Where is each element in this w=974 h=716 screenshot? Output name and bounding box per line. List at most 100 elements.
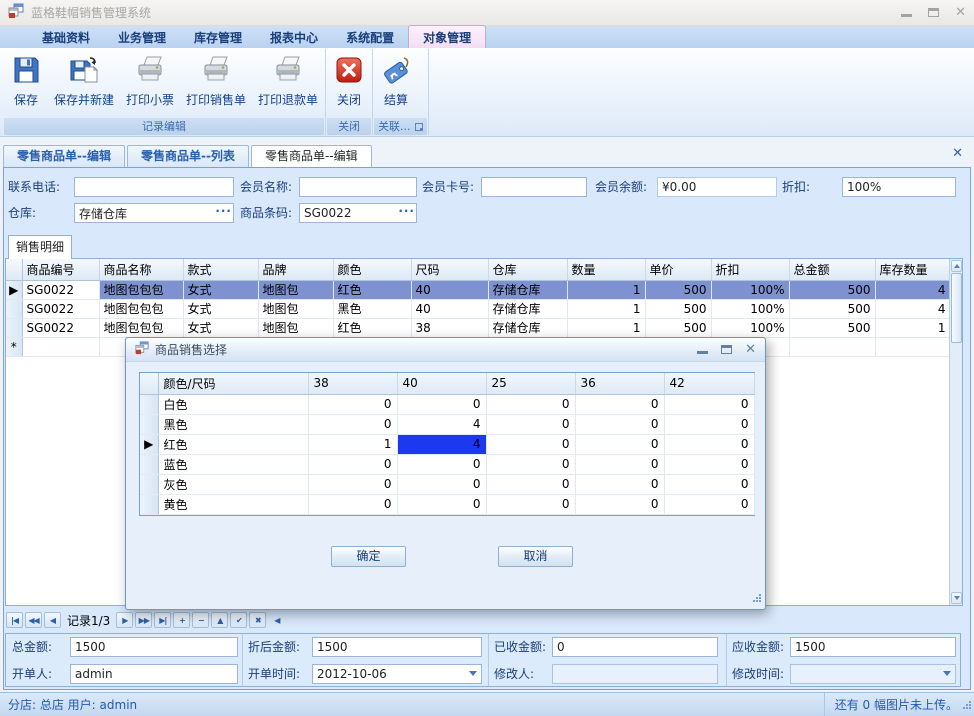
- col-unit-price[interactable]: 单价: [645, 259, 711, 280]
- settle-button[interactable]: 结算: [374, 49, 418, 118]
- col-quantity[interactable]: 数量: [567, 259, 645, 280]
- barcode-label: 商品条码:: [240, 203, 292, 223]
- close-document-tab-icon[interactable]: ✕: [952, 147, 963, 160]
- nav-append-button[interactable]: +: [173, 612, 190, 628]
- nav-next-page-button[interactable]: ▶▶: [135, 612, 152, 628]
- grid-row: SG0022 地图包包包 女式 地图包 黑色 40 存储仓库 1 500 100…: [6, 299, 950, 318]
- discounted-amount-field[interactable]: [312, 637, 482, 657]
- col-color[interactable]: 颜色: [333, 259, 411, 280]
- scrollbar-thumb[interactable]: [951, 273, 962, 343]
- dialog-resize-grip-icon[interactable]: [752, 592, 762, 606]
- selected-cell[interactable]: 4: [397, 434, 486, 454]
- close-icon[interactable]: ✕: [955, 6, 966, 19]
- creator-label: 开单人:: [12, 664, 52, 684]
- nav-edit-button[interactable]: ▲: [211, 612, 228, 628]
- save-and-new-button-label: 保存并新建: [54, 91, 114, 108]
- floppy-disk-new-icon: [68, 54, 100, 86]
- modify-time-dropdown-icon[interactable]: [943, 671, 951, 676]
- col-stock[interactable]: 库存数量: [875, 259, 950, 280]
- warehouse-input[interactable]: [74, 203, 234, 223]
- col-brand[interactable]: 品牌: [258, 259, 333, 280]
- col-size-38[interactable]: 38: [308, 373, 397, 394]
- ribbon-tab-system-config[interactable]: 系统配置: [332, 26, 408, 48]
- col-product-name[interactable]: 商品名称: [99, 259, 183, 280]
- print-sales-order-button[interactable]: 打印销售单: [180, 49, 252, 118]
- col-style[interactable]: 款式: [183, 259, 258, 280]
- create-time-field[interactable]: [312, 664, 482, 684]
- ribbon-tab-inventory[interactable]: 库存管理: [180, 26, 256, 48]
- ribbon-tab-business[interactable]: 业务管理: [104, 26, 180, 48]
- col-size-25[interactable]: 25: [486, 373, 575, 394]
- tab-sales-detail[interactable]: 销售明细: [8, 235, 72, 259]
- dialog-launcher-icon[interactable]: [415, 123, 423, 131]
- col-size-40[interactable]: 40: [397, 373, 486, 394]
- col-color-size[interactable]: 颜色/尺码: [158, 373, 308, 394]
- dialog-close-icon[interactable]: ✕: [745, 343, 756, 356]
- scroll-up-icon[interactable]: [951, 260, 962, 272]
- doc-tab-retail-list[interactable]: 零售商品单--列表: [127, 145, 249, 167]
- doc-tab-retail-edit-2[interactable]: 零售商品单--编辑: [251, 145, 372, 167]
- dialog-maximize-icon[interactable]: [721, 345, 732, 354]
- ribbon-tab-object-manage[interactable]: 对象管理: [408, 25, 486, 48]
- member-card-input[interactable]: [481, 177, 587, 197]
- close-document-button[interactable]: 关闭: [327, 49, 371, 118]
- group-caption-record-edit: 记录编辑: [4, 118, 324, 135]
- resize-grip-icon[interactable]: [962, 699, 972, 713]
- receivable-amount-field[interactable]: [790, 637, 956, 657]
- col-product-code[interactable]: 商品编号: [22, 259, 99, 280]
- nav-collapse-icon[interactable]: ◀: [268, 612, 285, 628]
- member-balance-field: [657, 177, 777, 197]
- ribbon-tab-base-data[interactable]: 基础资料: [28, 26, 104, 48]
- creator-field[interactable]: [70, 664, 238, 684]
- nav-last-button[interactable]: ▶|: [154, 612, 171, 628]
- col-size-42[interactable]: 42: [664, 373, 754, 394]
- matrix-header-row: 颜色/尺码 38 40 25 36 42: [140, 373, 754, 394]
- nav-prev-page-button[interactable]: ◀◀: [25, 612, 42, 628]
- app-icon: [8, 3, 24, 22]
- col-total[interactable]: 总金额: [789, 259, 875, 280]
- window-title: 蓝格鞋帽销售管理系统: [31, 4, 151, 21]
- matrix-row: 黑色 0 4 0 0 0: [140, 414, 754, 434]
- create-time-dropdown-icon[interactable]: [469, 671, 477, 676]
- record-navigator: |◀ ◀◀ ◀ 记录1/3 ▶ ▶▶ ▶| + − ▲ ✔ ✖ ◀: [6, 610, 285, 630]
- total-amount-field[interactable]: [70, 637, 238, 657]
- grid-vertical-scrollbar[interactable]: [949, 259, 962, 605]
- warehouse-lookup-icon[interactable]: ···: [215, 203, 232, 223]
- col-warehouse[interactable]: 仓库: [488, 259, 567, 280]
- scroll-down-icon[interactable]: [951, 592, 962, 604]
- warehouse-label: 仓库:: [8, 203, 36, 223]
- floppy-disk-icon: [10, 54, 42, 86]
- modify-time-label: 修改时间:: [732, 664, 784, 684]
- contact-phone-input[interactable]: [74, 177, 234, 197]
- save-and-new-button[interactable]: 保存并新建: [48, 49, 120, 118]
- barcode-lookup-icon[interactable]: ···: [398, 203, 415, 223]
- nav-next-button[interactable]: ▶: [116, 612, 133, 628]
- maximize-icon[interactable]: [928, 8, 939, 17]
- dialog-minimize-icon[interactable]: [697, 345, 708, 354]
- matrix-row: 黄色 0 0 0 0 0: [140, 494, 754, 514]
- discount-input[interactable]: [842, 177, 956, 197]
- modify-time-field: [790, 664, 956, 684]
- nav-first-button[interactable]: |◀: [6, 612, 23, 628]
- ok-button[interactable]: 确定: [331, 546, 406, 567]
- print-receipt-button[interactable]: 打印小票: [120, 49, 180, 118]
- new-row-icon: *: [6, 337, 22, 356]
- print-refund-button[interactable]: 打印退款单: [252, 49, 324, 118]
- nav-post-button[interactable]: ✔: [230, 612, 247, 628]
- col-discount[interactable]: 折扣: [711, 259, 789, 280]
- nav-delete-button[interactable]: −: [192, 612, 209, 628]
- member-name-input[interactable]: [299, 177, 417, 197]
- cancel-button[interactable]: 取消: [498, 546, 573, 567]
- col-size-36[interactable]: 36: [575, 373, 664, 394]
- save-button[interactable]: 保存: [4, 49, 48, 118]
- received-amount-field[interactable]: [552, 637, 718, 657]
- nav-cancel-button[interactable]: ✖: [249, 612, 266, 628]
- col-size[interactable]: 尺码: [411, 259, 488, 280]
- nav-prev-button[interactable]: ◀: [44, 612, 61, 628]
- dialog-title: 商品销售选择: [155, 341, 227, 358]
- ribbon-tab-reports[interactable]: 报表中心: [256, 26, 332, 48]
- doc-tab-retail-edit-1[interactable]: 零售商品单--编辑: [3, 145, 125, 167]
- save-button-label: 保存: [14, 91, 38, 108]
- dialog-titlebar[interactable]: 商品销售选择 ✕: [126, 338, 765, 362]
- minimize-icon[interactable]: [901, 8, 912, 17]
